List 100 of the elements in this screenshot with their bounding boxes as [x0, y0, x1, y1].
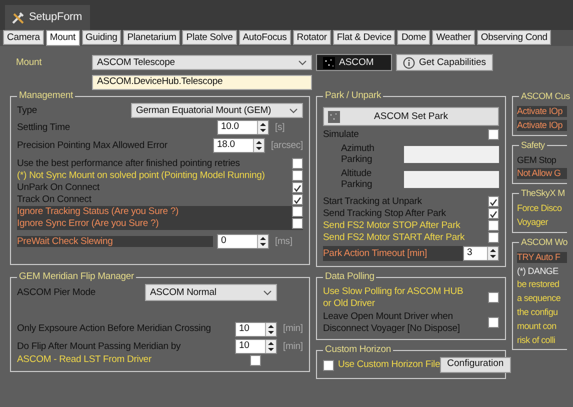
checkbox[interactable] [292, 158, 303, 169]
spin-arrows-icon [252, 138, 264, 152]
option-label: Send FS2 Motor START After Park [323, 232, 465, 244]
spin-field[interactable]: 18.0 [212, 138, 265, 153]
device-field[interactable]: ASCOM.DeviceHub.Telescope [92, 75, 312, 90]
dropdown-caret-icon [289, 108, 298, 114]
option-label: Send Tracking Stop After Park [323, 208, 446, 220]
tab[interactable]: Camera [3, 30, 44, 45]
checkbox[interactable] [292, 182, 303, 193]
stars-icon [323, 56, 335, 68]
configuration-button[interactable]: Configuration [440, 357, 511, 374]
option-label: Ignore Tracking Status (Are you Sure ?) [17, 206, 179, 218]
type-dropdown[interactable]: German Equatorial Mount (GEM) [131, 103, 303, 118]
panel-text: GEM Stop [517, 154, 558, 166]
checkbox[interactable] [488, 196, 499, 207]
tab[interactable]: Planetarium [123, 30, 180, 45]
checkbox[interactable] [292, 206, 303, 217]
panel-text: Not Allow G [517, 168, 567, 180]
get-capabilities-button[interactable]: Get Capabilities [396, 54, 494, 71]
dropdown-caret-icon [263, 290, 272, 296]
unit-label: [min] [283, 340, 303, 352]
tab[interactable]: Weather [432, 30, 475, 45]
option-label: Leave Open Mount Driver when Disconnect Voyager [No Dispose] [323, 311, 461, 334]
parking-field[interactable] [404, 170, 499, 188]
spin-arrows-icon [265, 340, 276, 353]
panel-text: TRY Auto F [517, 252, 567, 263]
panel-text: a sequence [517, 293, 562, 304]
spin-field[interactable]: 10.0 [217, 120, 269, 136]
spin-field[interactable]: 0 [217, 234, 269, 250]
tab[interactable]: AutoFocus [238, 30, 291, 45]
pier-mode-dropdown[interactable]: ASCOM Normal [145, 284, 277, 302]
parking-field[interactable] [404, 146, 499, 163]
panel-text: risk of colli [517, 334, 556, 346]
tools-icon [11, 10, 25, 24]
field-label: ASCOM Pier Mode [17, 287, 97, 298]
unit-label: [ms] [275, 236, 292, 248]
unit-label: [s] [275, 122, 285, 134]
group-title: Park / Unpark [323, 89, 384, 103]
option-label: ASCOM - Read LST From Driver [17, 354, 152, 366]
checkbox[interactable] [488, 128, 499, 140]
info-icon [403, 56, 415, 68]
panel-text: mount con [517, 320, 558, 332]
tab[interactable]: Observing Cond [476, 30, 552, 45]
spin-arrows-icon [257, 121, 268, 134]
option-label: Send FS2 Motor STOP After Park [323, 220, 460, 232]
checkbox[interactable] [292, 194, 303, 205]
dropdown-caret-icon [298, 60, 307, 66]
stars-icon [328, 110, 340, 122]
checkbox[interactable] [488, 317, 499, 328]
field-label: Altitude Parking [340, 168, 374, 191]
option-label: Simulate [323, 128, 359, 140]
window-tab[interactable]: SetupForm [5, 5, 90, 30]
tab[interactable]: Rotator [292, 30, 331, 45]
checkbox[interactable] [488, 208, 499, 219]
checkbox[interactable] [488, 232, 499, 243]
tab[interactable]: Plate Solve [182, 30, 237, 45]
tab[interactable]: Dome [397, 30, 430, 45]
mount-label: Mount [15, 56, 43, 68]
set-park-button[interactable]: ASCOM Set Park [323, 107, 499, 126]
spin-arrows-icon [257, 235, 268, 248]
field-label: Do Flip After Mount Passing Meridian by [17, 340, 182, 352]
field-label: Only Expsoure Action Before Meridian Crossing [17, 323, 212, 335]
checkbox[interactable] [250, 354, 261, 366]
field-label: Park Action Timeout [min] [323, 248, 427, 259]
ascom-button[interactable]: ASCOM [316, 54, 392, 71]
unit-label: [arcsec] [270, 140, 303, 151]
option-label: Start Tracking at Unpark [323, 196, 422, 208]
group-title: Data Polling [323, 270, 376, 284]
panel-text: Voyager [517, 216, 549, 228]
field-label: Settling Time [17, 122, 71, 134]
tab[interactable]: Flat & Device [332, 30, 396, 45]
spin-field[interactable]: 10 [235, 339, 277, 354]
tab[interactable]: Mount [46, 30, 80, 46]
spin-field[interactable]: 3 [463, 246, 499, 261]
spin-arrows-icon [487, 246, 498, 260]
field-label: PreWait Check Slewing [17, 236, 213, 248]
checkbox[interactable] [488, 292, 499, 304]
option-label: Use Slow Polling for ASCOM HUB or Old Driver [323, 286, 464, 309]
checkbox[interactable] [488, 220, 499, 231]
spin-field[interactable]: 10 [235, 322, 277, 337]
option-label: UnPark On Connect [17, 182, 100, 194]
panel-text: the configu [517, 306, 559, 318]
option-label: (*) Not Sync Mount on solved point (Pointing Model Running) [17, 170, 265, 182]
field-label: Type [17, 104, 37, 116]
unit-label: [min] [283, 323, 303, 335]
checkbox[interactable] [323, 360, 334, 371]
option-label: Track On Connect [17, 194, 92, 206]
panel-text: Force Disco [517, 203, 563, 214]
field-label: Azimuth Parking [340, 142, 376, 166]
checkbox[interactable] [292, 218, 303, 229]
option-label: Ignore Sync Error (Are you Sure ?) [17, 218, 159, 230]
field-label: Precision Pointing Max Allowed Error [17, 140, 168, 151]
tab[interactable]: Guiding [82, 30, 122, 45]
panel-text: Activate IOp [517, 120, 567, 131]
spin-arrows-icon [265, 322, 276, 336]
mount-dropdown[interactable]: ASCOM Telescope [92, 55, 312, 70]
panel-text: be restored [517, 279, 560, 290]
checkbox[interactable] [292, 170, 303, 181]
option-label: Use Custom Horizon File [338, 359, 440, 371]
panel-text: (*) DANGE [517, 266, 560, 276]
